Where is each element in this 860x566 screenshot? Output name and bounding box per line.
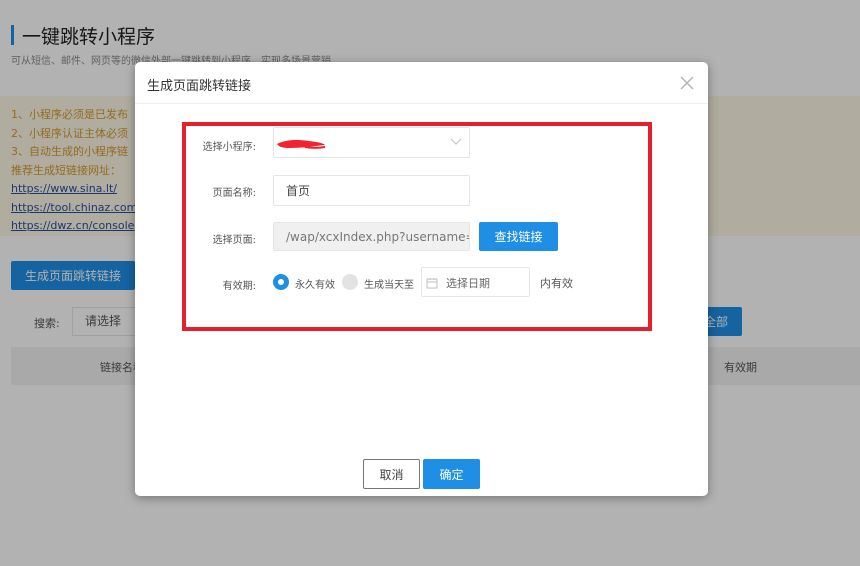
generate-link-dialog: 生成页面跳转链接 选择小程序: 页面名称: 首页 选择页面: /wap/xcxI… [135, 62, 708, 496]
calendar-icon [426, 278, 438, 289]
page-name-label: 页面名称: [212, 188, 256, 199]
dialog-title: 生成页面跳转链接 [147, 79, 252, 94]
page-path-value: /wap/xcxIndex.php?username= [286, 229, 470, 244]
page-path-input[interactable]: /wap/xcxIndex.php?username= [273, 222, 470, 251]
find-link-button[interactable]: 查找链接 [479, 222, 558, 251]
confirm-button[interactable]: 确定 [423, 459, 480, 489]
close-icon[interactable] [677, 73, 697, 93]
radio-until-date[interactable] [342, 274, 358, 290]
valid-suffix: 内有效 [540, 277, 573, 290]
radio-until-date-label[interactable]: 生成当天至 [364, 276, 414, 291]
page-path-label: 选择页面: [212, 235, 256, 246]
radio-forever-label[interactable]: 永久有效 [295, 276, 335, 291]
chevron-down-icon [450, 138, 462, 145]
page-name-input[interactable]: 首页 [273, 175, 470, 206]
validity-label: 有效期: [222, 281, 256, 292]
cancel-button[interactable]: 取消 [363, 459, 420, 489]
miniprogram-label: 选择小程序: [202, 142, 256, 153]
redacted-value-mark [277, 140, 326, 149]
page-name-value: 首页 [286, 184, 311, 198]
radio-forever[interactable] [273, 274, 289, 290]
date-placeholder: 选择日期 [446, 277, 490, 290]
app-root: 一键跳转小程序 可从短信、邮件、网页等的微信外部一键跳转到小程序，实现多场景营销… [0, 0, 860, 566]
